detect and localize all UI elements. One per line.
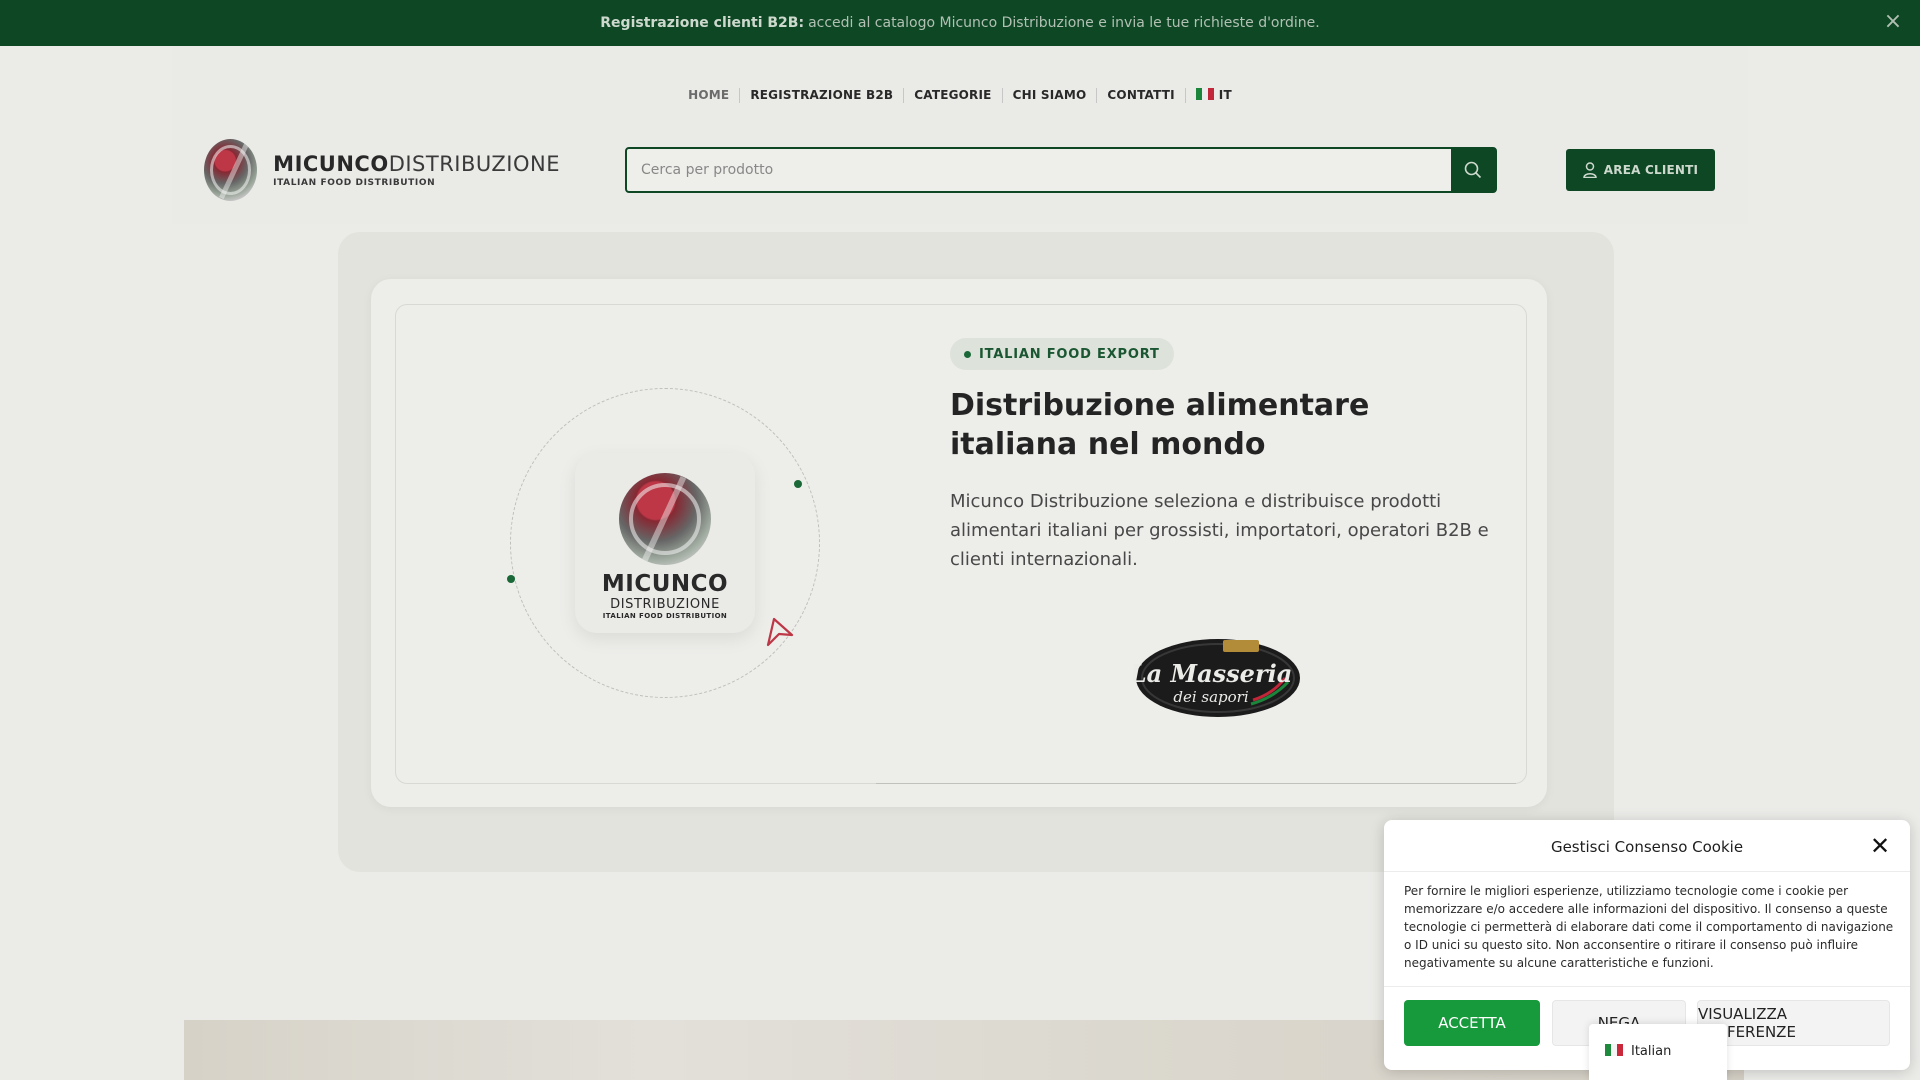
logo-wordmark-bold: MICUNCO xyxy=(273,152,389,176)
hero-badge-label: ITALIAN FOOD EXPORT xyxy=(979,346,1160,362)
search-bar xyxy=(625,147,1497,193)
globe-logo-icon xyxy=(619,472,711,565)
cookie-body-text: Per fornire le migliori esperienze, util… xyxy=(1404,884,1894,970)
italy-flag-icon xyxy=(1195,88,1214,100)
cookie-divider xyxy=(1384,986,1910,987)
area-clienti-label: AREA CLIENTI xyxy=(1603,163,1699,177)
search-input[interactable] xyxy=(627,149,1451,191)
cookie-divider xyxy=(1384,871,1910,872)
globe-logo-icon xyxy=(204,139,258,201)
orbit-dot xyxy=(507,575,515,583)
italy-flag-icon xyxy=(1605,1044,1623,1056)
search-icon xyxy=(1464,161,1482,179)
main-nav: HOME REGISTRAZIONE B2B CATEGORIE CHI SIA… xyxy=(0,88,1920,103)
cursor-arrow-icon xyxy=(766,617,794,647)
nav-chi-siamo[interactable]: CHI SIAMO xyxy=(1003,88,1098,103)
partner-logo-line2: dei sapori xyxy=(1173,688,1248,706)
nav-registrazione-b2b[interactable]: REGISTRAZIONE B2B xyxy=(740,88,905,103)
partner-logo-line1: La Masseria xyxy=(1133,659,1292,688)
partner-logo-masseria: La Masseria dei sapori xyxy=(1133,639,1300,717)
nav-language-switcher[interactable]: IT xyxy=(1186,88,1242,103)
language-selector[interactable]: Italian xyxy=(1589,1024,1727,1080)
tile-brand-sub: DISTRIBUZIONE xyxy=(610,596,720,612)
close-icon[interactable]: ✕ xyxy=(1868,834,1892,858)
hero-badge: ITALIAN FOOD EXPORT xyxy=(950,338,1174,370)
badge-dot-icon xyxy=(964,350,971,358)
announcement-bold: Registrazione clienti B2B: xyxy=(600,15,805,31)
cookie-title: Gestisci Consenso Cookie xyxy=(1550,838,1744,856)
hero-divider xyxy=(876,783,1516,784)
tile-brand-tagline: ITALIAN FOOD DISTRIBUTION xyxy=(602,611,728,620)
logo-tagline: ITALIAN FOOD DISTRIBUTION xyxy=(273,178,436,188)
hero-lead: Micunco Distribuzione seleziona e distri… xyxy=(950,491,1489,570)
hero-headline: Distribuzione alimentare italiana nel mo… xyxy=(950,388,1370,462)
top-announcement-bar: Registrazione clienti B2B: accedi al cat… xyxy=(0,0,1920,46)
accept-cookies-button[interactable]: ACCETTA xyxy=(1404,1000,1540,1046)
nav-categorie[interactable]: CATEGORIE xyxy=(904,88,1003,103)
site-logo[interactable]: MICUNCODISTRIBUZIONE ITALIAN FOOD DISTRI… xyxy=(204,138,560,202)
search-button[interactable] xyxy=(1451,149,1495,191)
nav-contatti[interactable]: CONTATTI xyxy=(1097,88,1186,103)
nav-language-label: IT xyxy=(1218,88,1232,102)
language-label: Italian xyxy=(1631,1044,1672,1059)
nav-home[interactable]: HOME xyxy=(678,88,741,103)
close-icon[interactable]: × xyxy=(1882,11,1904,33)
tile-brand-name: MICUNCO xyxy=(601,570,729,597)
announcement-text: accedi al catalogo Micunco Distribuzione… xyxy=(808,15,1320,31)
area-clienti-button[interactable]: AREA CLIENTI xyxy=(1566,149,1715,191)
orbit-dot xyxy=(794,480,802,488)
logo-wordmark-light: DISTRIBUZIONE xyxy=(388,152,560,176)
hero-logo-tile: MICUNCO DISTRIBUZIONE ITALIAN FOOD DISTR… xyxy=(575,453,755,633)
user-icon xyxy=(1583,162,1597,178)
